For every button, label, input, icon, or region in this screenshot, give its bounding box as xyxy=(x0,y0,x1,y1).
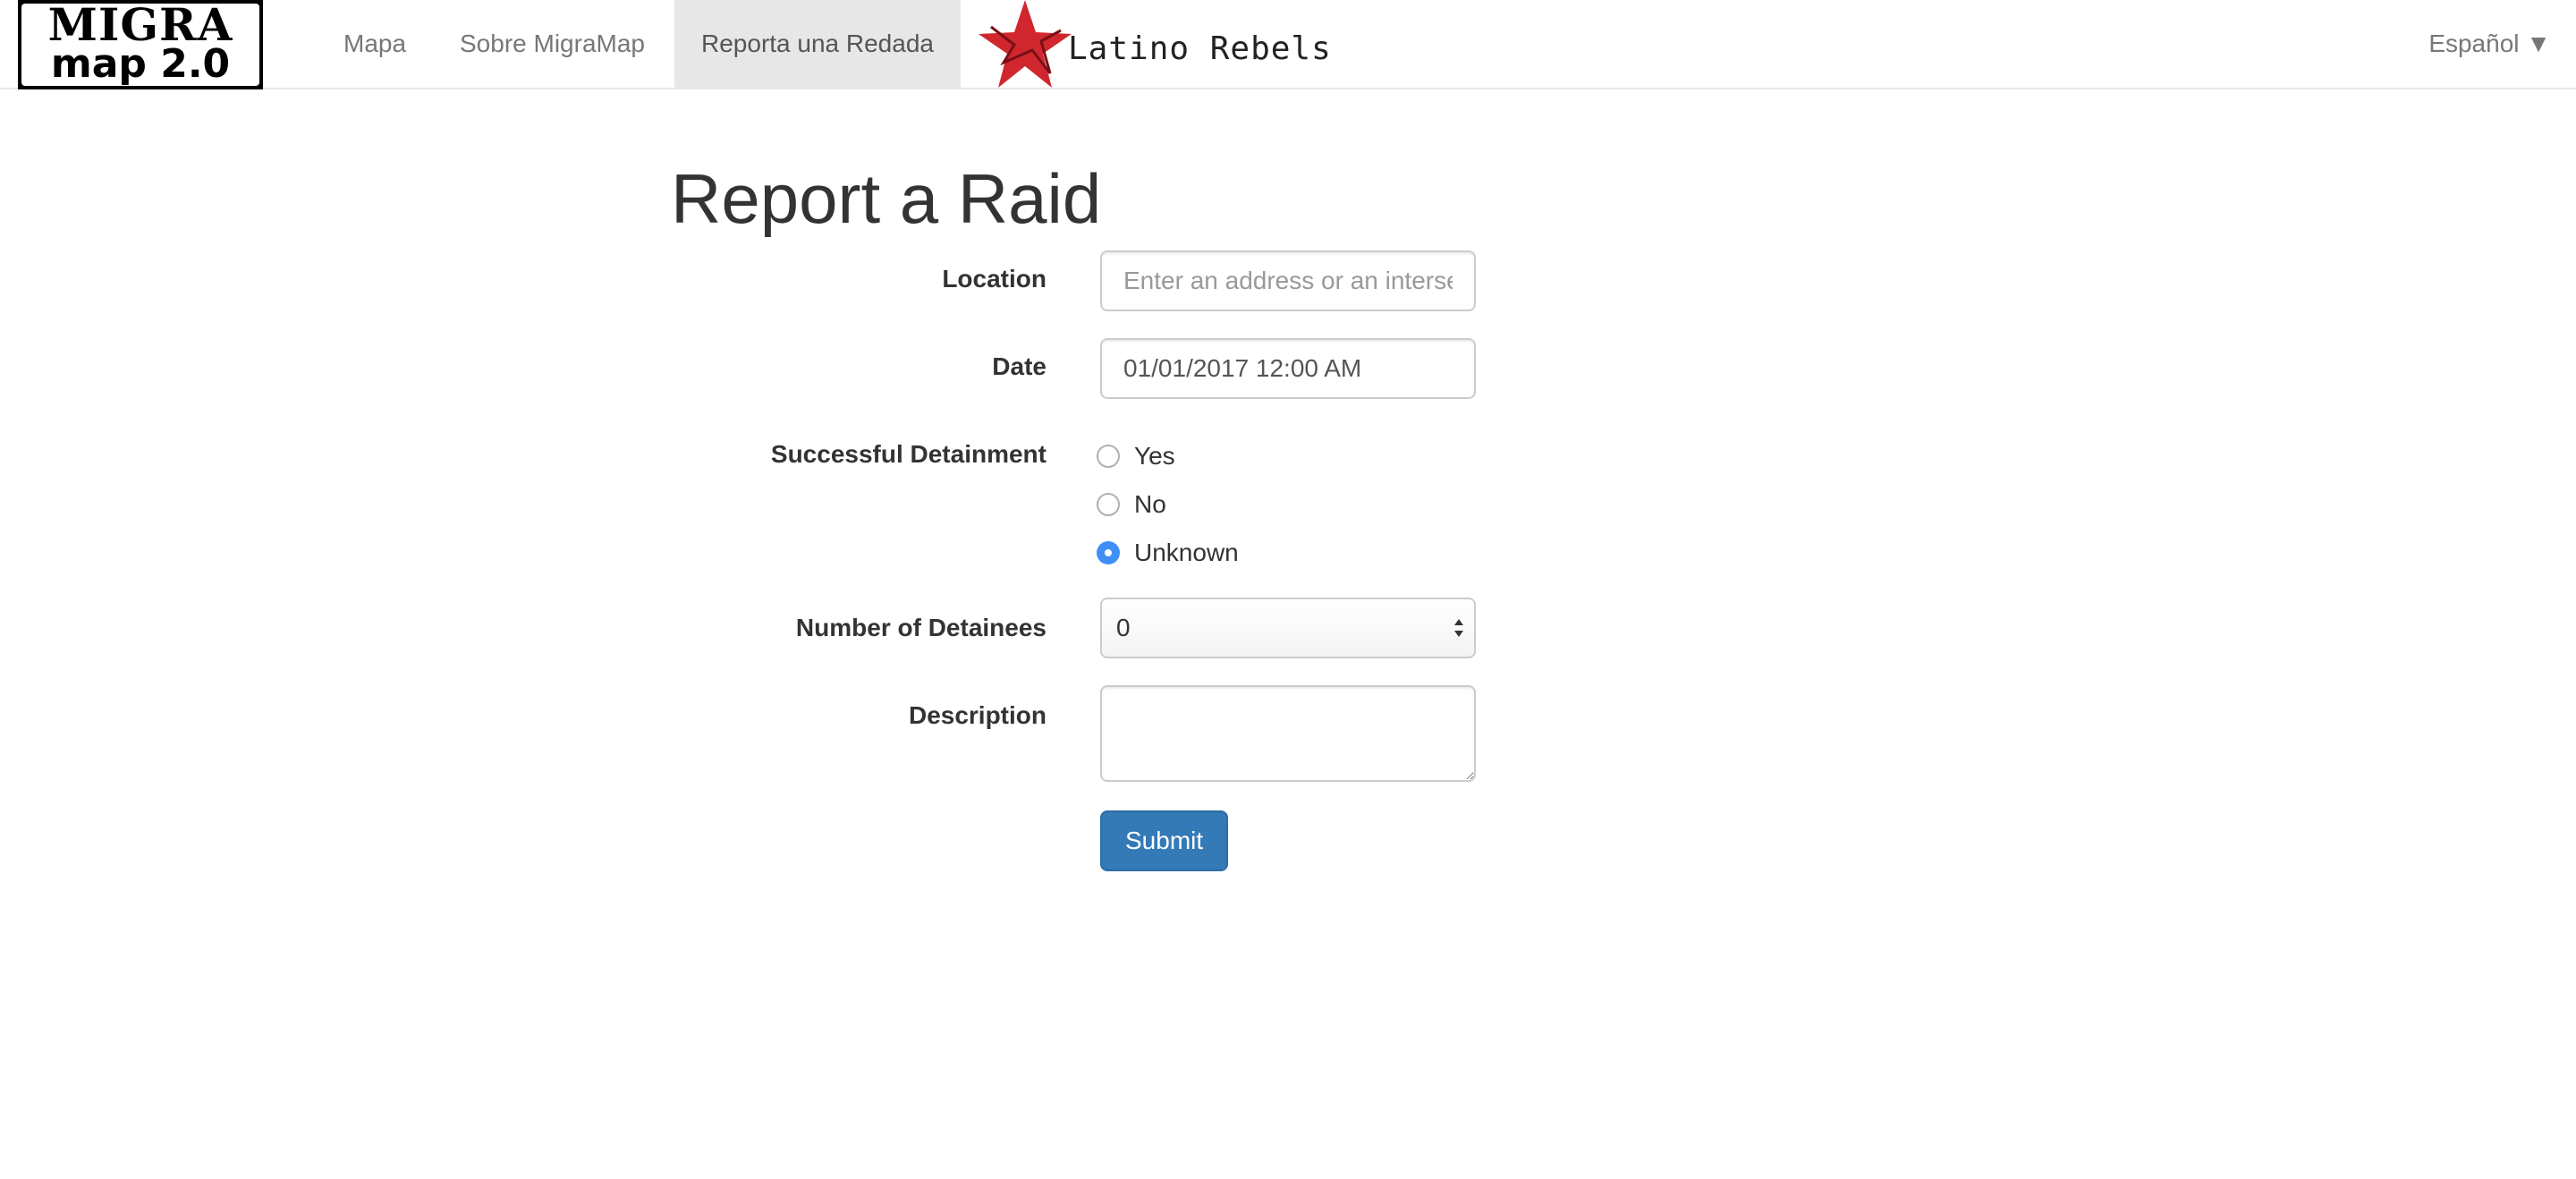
radio-button-yes[interactable] xyxy=(1097,445,1120,468)
detainees-select-value: 0 xyxy=(1116,614,1131,641)
detainees-select[interactable]: 0 xyxy=(1100,598,1476,658)
language-dropdown[interactable]: Español ▼ xyxy=(2428,0,2551,88)
detainment-label: Successful Detainment xyxy=(770,440,1046,468)
date-label: Date xyxy=(992,352,1046,380)
logo-text-line2: map 2.0 xyxy=(50,41,231,86)
detainees-label: Number of Detainees xyxy=(795,614,1046,641)
radio-label-unknown: Unknown xyxy=(1134,539,1239,566)
date-input[interactable] xyxy=(1100,338,1476,399)
page-title: Report a Raid xyxy=(671,159,1102,238)
top-navbar: MIGRA map 2.0 Mapa Sobre MigraMap Report… xyxy=(0,0,2576,89)
radio-option-no[interactable]: No xyxy=(1097,487,1166,522)
radio-label-no: No xyxy=(1134,490,1166,518)
location-input[interactable] xyxy=(1100,250,1476,311)
logo-inner: MIGRA map 2.0 xyxy=(21,4,259,86)
nav-link-reporta[interactable]: Reporta una Redada xyxy=(674,0,961,88)
description-textarea[interactable] xyxy=(1100,685,1476,782)
red-star-icon xyxy=(979,0,1072,88)
submit-button[interactable]: Submit xyxy=(1100,810,1229,871)
migramap-logo[interactable]: MIGRA map 2.0 xyxy=(18,0,263,89)
radio-option-unknown[interactable]: Unknown xyxy=(1097,535,1239,571)
radio-button-no[interactable] xyxy=(1097,493,1120,516)
nav-link-sobre[interactable]: Sobre MigraMap xyxy=(433,0,672,88)
radio-label-yes: Yes xyxy=(1134,442,1175,470)
latino-rebels-text: Latino Rebels xyxy=(1068,30,1332,67)
description-label: Description xyxy=(908,701,1046,729)
nav-link-mapa[interactable]: Mapa xyxy=(317,0,433,88)
select-updown-icon xyxy=(1454,619,1463,637)
location-label: Location xyxy=(942,265,1046,293)
latino-rebels-logo[interactable]: Latino Rebels xyxy=(979,0,1331,89)
radio-option-yes[interactable]: Yes xyxy=(1097,438,1175,474)
radio-button-unknown[interactable] xyxy=(1097,541,1120,564)
